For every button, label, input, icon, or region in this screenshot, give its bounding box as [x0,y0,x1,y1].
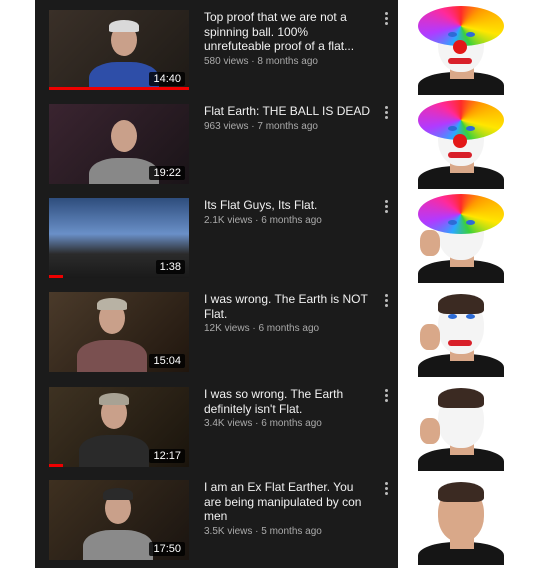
video-row[interactable]: 14:40 Top proof that we are not a spinnin… [35,0,398,92]
hair [438,388,484,408]
view-count: 580 views [204,55,249,67]
video-title[interactable]: I was so wrong. The Earth definitely isn… [204,387,374,416]
clown-makeup-stage [398,284,524,377]
red-lips [448,340,472,346]
duration-badge: 17:50 [149,542,185,556]
person-body [83,530,153,560]
video-meta: I was wrong. The Earth is NOT Flat. 12K v… [204,292,374,336]
video-row[interactable]: 12:17 I was so wrong. The Earth definitel… [35,377,398,469]
vertical-ellipsis-icon[interactable] [382,200,390,216]
red-lips [448,58,472,64]
upload-age: 6 months ago [258,323,320,334]
stats-separator: · [252,418,262,429]
baseball-cap [103,488,133,500]
upload-age: 7 months ago [257,120,318,132]
video-row[interactable]: 15:04 I was wrong. The Earth is NOT Flat.… [35,282,398,374]
baseball-cap [99,393,129,405]
view-count: 963 views [204,120,249,132]
video-thumbnail[interactable]: 15:04 [49,292,189,372]
video-title[interactable]: I am an Ex Flat Earther. You are being m… [204,480,374,524]
video-title[interactable]: Its Flat Guys, Its Flat. [204,198,374,213]
eye-paint [466,32,475,37]
video-stats: 580 views · 8 months ago [204,55,374,69]
eye-paint [466,126,475,131]
duration-badge: 1:38 [155,260,185,274]
red-nose [453,40,467,54]
eye-paint [466,220,475,225]
vertical-ellipsis-icon[interactable] [382,389,390,405]
video-thumbnail[interactable]: 12:17 [49,387,189,467]
video-meta: Top proof that we are not a spinning bal… [204,10,374,69]
hand [420,324,440,350]
baseball-cap [109,20,139,32]
video-thumbnail[interactable]: 19:22 [49,104,189,184]
red-lips [448,152,472,158]
video-thumbnail[interactable]: 1:38 [49,198,189,278]
vertical-ellipsis-icon[interactable] [382,294,390,310]
eye-paint [448,220,457,225]
video-row[interactable]: 1:38 Its Flat Guys, Its Flat. 2.1K views ·… [35,188,398,280]
watch-progress-bar [49,464,63,467]
eye-paint [448,314,457,319]
view-count: 3.4K views [204,418,253,429]
clown-makeup-stage [398,2,524,95]
stats-separator: · [252,525,262,537]
video-meta: I was so wrong. The Earth definitely isn… [204,387,374,431]
video-stats: 963 views · 7 months ago [204,120,374,134]
video-row[interactable]: 17:50 I am an Ex Flat Earther. You are be… [35,470,398,562]
clown-makeup-stage [398,96,524,189]
upload-age: 6 months ago [261,418,322,429]
vertical-ellipsis-icon[interactable] [382,12,390,28]
eye-paint [448,126,457,131]
clown-makeup-stage [398,472,524,565]
upload-age: 5 months ago [261,525,322,537]
video-stats: 3.4K views · 6 months ago [204,417,374,431]
view-count: 2.1K views [204,214,253,226]
watch-progress-bar [49,87,189,90]
upload-age: 8 months ago [257,55,318,67]
person-body [79,435,149,467]
video-stats: 12K views · 6 months ago [204,322,374,336]
view-count: 3.5K views [204,525,253,537]
vertical-ellipsis-icon[interactable] [382,482,390,498]
stats-separator: · [252,214,262,226]
clown-makeup-panel [398,0,524,568]
duration-badge: 12:17 [149,449,185,463]
rainbow-wig [418,194,504,234]
video-thumbnail[interactable]: 14:40 [49,10,189,90]
red-nose [453,134,467,148]
video-stats: 2.1K views · 6 months ago [204,214,374,228]
duration-badge: 14:40 [149,72,185,86]
watch-progress-bar [49,275,63,278]
hair [438,294,484,314]
hair [438,482,484,502]
eye-paint [448,32,457,37]
clown-makeup-stage [398,378,524,471]
vertical-ellipsis-icon[interactable] [382,106,390,122]
video-list: 14:40 Top proof that we are not a spinnin… [35,0,398,568]
video-stats: 3.5K views · 5 months ago [204,525,374,539]
baseball-cap [97,298,127,310]
video-meta: Its Flat Guys, Its Flat. 2.1K views · 6 m… [204,198,374,228]
clown-makeup-stage [398,190,524,283]
video-meta: Flat Earth: THE BALL IS DEAD 963 views · … [204,104,374,134]
video-title[interactable]: Flat Earth: THE BALL IS DEAD [204,104,374,119]
eye-paint [466,314,475,319]
video-title[interactable]: Top proof that we are not a spinning bal… [204,10,374,54]
video-meta: I am an Ex Flat Earther. You are being m… [204,480,374,539]
hand [420,418,440,444]
video-title[interactable]: I was wrong. The Earth is NOT Flat. [204,292,374,321]
view-count: 12K views [204,323,250,334]
person-head [111,120,137,152]
video-thumbnail[interactable]: 17:50 [49,480,189,560]
duration-badge: 19:22 [149,166,185,180]
duration-badge: 15:04 [149,354,185,368]
upload-age: 6 months ago [261,214,322,226]
hand [420,230,440,256]
video-row[interactable]: 19:22 Flat Earth: THE BALL IS DEAD 963 vie… [35,94,398,186]
person-body [77,340,147,372]
